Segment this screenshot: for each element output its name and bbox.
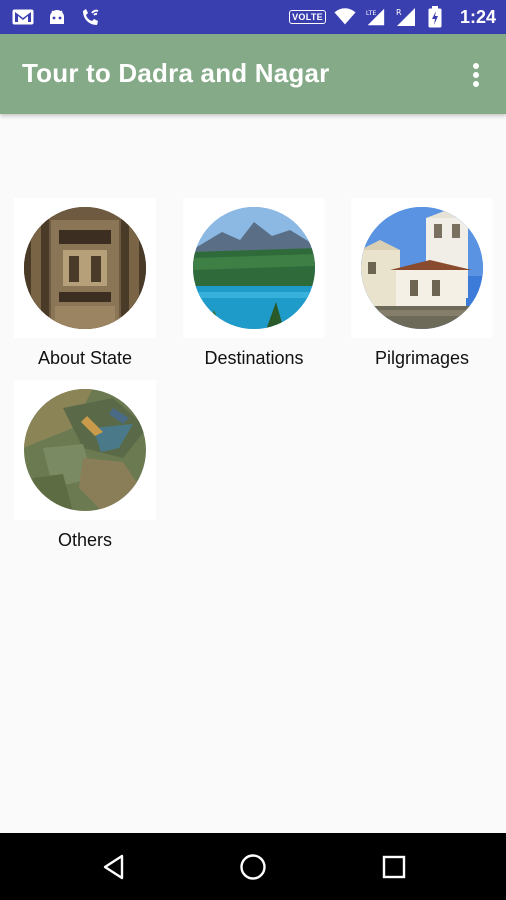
tile-label: Destinations	[204, 348, 304, 368]
status-bar-notifications	[12, 0, 102, 34]
signal-icon: LTE	[364, 6, 386, 28]
back-icon[interactable]	[96, 849, 132, 885]
tile-label: Pilgrimages	[374, 348, 470, 368]
gmail-icon	[12, 6, 34, 28]
recents-icon[interactable]	[376, 849, 412, 885]
battery-icon	[424, 6, 446, 28]
svg-text:LTE: LTE	[366, 9, 377, 17]
android-debug-icon	[46, 6, 68, 28]
temple-carving-image	[24, 207, 146, 329]
tile-label: Others	[57, 530, 113, 550]
tile-destinations[interactable]: Destinations	[183, 198, 325, 369]
tile-thumbnail[interactable]	[183, 198, 325, 338]
volte-badge: VOLTE	[289, 10, 326, 24]
tile-thumbnail[interactable]	[14, 380, 156, 520]
app-bar: Tour to Dadra and Nagar	[0, 34, 506, 114]
home-icon[interactable]	[235, 849, 271, 885]
tile-others[interactable]: Others	[14, 380, 156, 551]
status-bar-system: VOLTE LTE R 1:24	[289, 0, 496, 34]
svg-text:R: R	[396, 8, 402, 17]
clock: 1:24	[459, 6, 496, 27]
wifi-icon	[334, 6, 356, 28]
status-bar: VOLTE LTE R 1:24	[0, 0, 506, 34]
more-vert-icon[interactable]	[462, 60, 490, 90]
navigation-bar	[0, 833, 506, 900]
wifi-calling-icon	[80, 6, 102, 28]
signal-icon: R	[394, 6, 416, 28]
tile-thumbnail[interactable]	[14, 198, 156, 338]
tile-thumbnail[interactable]	[351, 198, 493, 338]
tile-about-state[interactable]: About State	[14, 198, 156, 369]
tile-label: About State	[37, 348, 133, 368]
app-title: Tour to Dadra and Nagar	[22, 58, 330, 88]
lake-mountain-image	[193, 207, 315, 329]
aerial-map-image	[24, 389, 146, 511]
tile-pilgrimages[interactable]: Pilgrimages	[351, 198, 493, 369]
church-image	[361, 207, 483, 329]
